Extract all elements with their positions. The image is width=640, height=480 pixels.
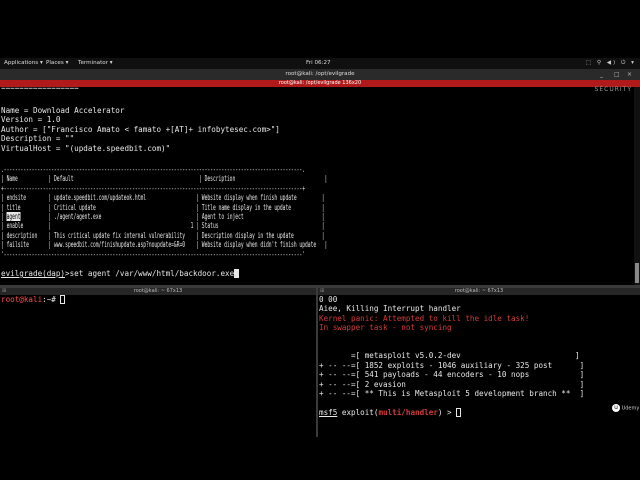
row-name-highlighted: agent <box>6 212 21 221</box>
right-pane-title: root@kali: ~ 67x13 <box>454 288 504 294</box>
shell-prompt-user: root@kali <box>1 295 43 304</box>
table-border-mid: +---------------------------------------… <box>1 183 305 193</box>
gnome-top-bar: Applications ▾ Places ▾ Terminator ▾ Fri… <box>0 58 640 69</box>
applications-menu[interactable]: Applications ▾ <box>4 58 43 69</box>
minimize-icon[interactable]: _ <box>600 69 603 80</box>
module-name: Name = Download Accelerator <box>1 106 125 115</box>
row-default: www.speedbit.com/finishupdate.asp?noupda… <box>53 240 197 250</box>
letterbox-top <box>0 0 640 58</box>
udemy-label: Udemy <box>621 405 640 412</box>
banner-line: =[ metasploit v5.0.2-dev ] <box>319 351 580 361</box>
row-default: 1 <box>53 221 197 231</box>
console-line: Aiee, Killing Interrupt handler <box>319 304 461 314</box>
udemy-logo-icon: u <box>612 404 620 412</box>
row-description: | Description display in the update | <box>196 230 325 240</box>
row-description: | Agent to inject | <box>196 212 325 221</box>
table-row: | enable | 1 | Status | <box>1 221 325 230</box>
table-row: | endsite | update.speedbit.com/updateok… <box>1 193 325 202</box>
evilgrade-terminal-pane[interactable]: ================= Name = Download Accele… <box>0 87 634 285</box>
row-description: | Title name display in the update | <box>196 202 325 212</box>
msf-prompt-suffix: ) > <box>437 408 457 417</box>
table-row: | description | This critical update fix… <box>1 231 325 240</box>
pane-grid-icon[interactable]: ⊞ <box>320 288 324 295</box>
row-name: | description | <box>1 230 54 240</box>
table-border-top: .---------------------------------------… <box>1 165 305 174</box>
row-name: | enable | <box>1 221 54 231</box>
table-header: | Name | Default | Description | <box>1 174 328 184</box>
places-menu[interactable]: Places ▾ <box>46 58 68 69</box>
udemy-watermark: u Udemy <box>612 404 639 412</box>
system-tray[interactable]: ⬚ ⚲ ◀) ⏻ ▾ <box>586 58 636 69</box>
window-title-bar: root@kali: /opt/evilgrade _ □ × <box>0 69 640 80</box>
right-pane-header: ⊞ root@kali: ~ 67x13 <box>318 288 640 295</box>
banner-line: + -- --=[ ** This is Metasploit 5 develo… <box>319 389 585 398</box>
msf-prompt-line[interactable]: msf5 exploit(multi/handler) > <box>319 408 462 417</box>
security-watermark: SECURITY <box>594 86 632 93</box>
msf-module-name: multi/handler <box>378 408 438 417</box>
shell-prompt-path: :~# <box>42 295 61 304</box>
evilgrade-prompt-line[interactable]: evilgrade(dap)>set agent /var/www/html/b… <box>1 269 240 278</box>
table-row: | agent | ./agent/agent.exe | Agent to i… <box>1 212 325 221</box>
row-default: update.speedbit.com/updateok.html <box>53 193 197 203</box>
row-description: | Website display when finish update | <box>196 193 325 203</box>
msf-prompt: msf5 <box>319 408 338 417</box>
terminator-menu[interactable]: Terminator ▾ <box>78 58 113 69</box>
maximize-icon[interactable]: □ <box>614 69 620 80</box>
row-name: | endsite | <box>1 193 54 203</box>
row-name: | title | <box>1 202 54 212</box>
console-line: 0 00 <box>319 295 338 304</box>
window-title: root@kali: /opt/evilgrade <box>285 71 355 77</box>
msf-exploit-label: exploit( <box>337 408 379 417</box>
letterbox-bottom <box>0 437 640 480</box>
row-default: Critical update <box>53 202 197 212</box>
terminal-group-header: root@kali: /opt/evilgrade 136x20 <box>0 80 640 87</box>
table-row: | failsite | www.speedbit.com/finishupda… <box>1 240 327 249</box>
text-cursor <box>60 295 66 304</box>
left-pane-header: ⊞ root@kali: ~ 67x13 <box>0 288 316 295</box>
row-name: | failsite | <box>1 240 54 250</box>
pane-grid-icon[interactable]: ⊞ <box>2 288 6 295</box>
kernel-panic-line: In swapper task - not syncing <box>319 323 452 333</box>
evilgrade-command: >set agent /var/www/html/backdoor.exe <box>65 269 235 278</box>
banner-line: + -- --=[ 1852 exploits - 1046 auxiliary… <box>319 360 585 370</box>
text-cursor <box>234 269 240 278</box>
metasploit-terminal-pane[interactable]: 0 00 Aiee, Killing Interrupt handler Ker… <box>318 295 640 437</box>
table-border-bottom: '---------------------------------------… <box>1 249 305 259</box>
clock[interactable]: Fri 06:27 <box>306 58 331 69</box>
row-default: This critical update fix internal vulner… <box>53 230 197 240</box>
banner-line: + -- --=[ 541 payloads - 44 encoders - 1… <box>319 370 585 380</box>
kernel-panic-line: Kernel panic: Attempted to kill the idle… <box>319 313 530 323</box>
evilgrade-prompt: evilgrade(dap) <box>1 269 66 278</box>
left-pane-title: root@kali: ~ 67x13 <box>133 288 183 294</box>
shell-prompt-line[interactable]: root@kali:~# <box>1 295 66 304</box>
top-pane-scrollbar[interactable] <box>634 87 640 285</box>
banner-line: + -- --=[ 2 evasion ] <box>319 379 585 389</box>
options-table: .---------------------------------------… <box>0 165 634 285</box>
text-cursor <box>456 408 462 417</box>
row-default: ./agent/agent.exe <box>54 212 197 221</box>
close-icon[interactable]: × <box>627 69 632 80</box>
module-version: Version = 1.0 <box>1 115 61 125</box>
row-description: | Website display when didn't finish upd… <box>196 240 328 250</box>
terminal-tab-title: root@kali: /opt/evilgrade 136x20 <box>278 80 362 86</box>
row-name-suffix: | <box>20 212 55 221</box>
module-author: Author = ["Francisco Amato < famato +[AT… <box>1 124 280 134</box>
row-description: | Status | <box>196 221 325 231</box>
module-description: Description = "" <box>1 134 75 144</box>
module-virtualhost: VirtualHost = "(update.speedbit.com)" <box>1 143 171 153</box>
scrollbar-thumb[interactable] <box>635 263 639 283</box>
table-row: | title | Critical update | Title name d… <box>1 203 325 212</box>
shell-terminal-pane[interactable]: root@kali:~# <box>0 295 316 437</box>
separator-line: ================= <box>1 87 79 92</box>
